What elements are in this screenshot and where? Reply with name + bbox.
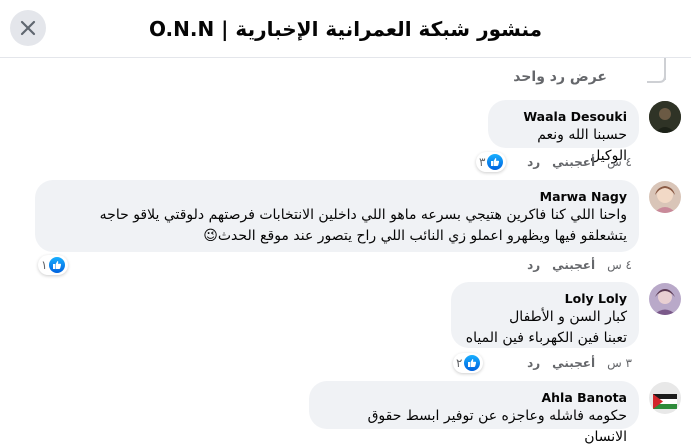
comment-text: كبار السن و الأطفال: [509, 309, 627, 325]
avatar[interactable]: [649, 283, 681, 315]
comment-text: يتشعلقو فيها ويظهرو اعملو زي النائب اللي…: [203, 228, 627, 244]
view-replies-link[interactable]: عرض رد واحد: [513, 69, 607, 85]
like-button[interactable]: أعجبني: [552, 155, 595, 169]
dialog-title: منشور شبكة العمرانية الإخبارية | O.N.N: [148, 16, 543, 41]
like-button[interactable]: أعجبني: [552, 258, 595, 272]
comment-timestamp[interactable]: ٣ س: [607, 356, 632, 370]
comment-actions: ٤ س أعجبني رد: [527, 155, 632, 169]
comment-timestamp[interactable]: ٤ س: [607, 258, 632, 272]
reaction-number: ٣: [479, 155, 486, 169]
reaction-count[interactable]: ٢: [453, 353, 484, 373]
close-button[interactable]: [10, 10, 46, 46]
reaction-number: ١: [41, 258, 48, 272]
comment-author[interactable]: Waala Desouki: [500, 108, 627, 125]
like-icon: [49, 257, 66, 273]
avatar[interactable]: [649, 101, 681, 133]
avatar[interactable]: [649, 181, 681, 213]
like-icon: [464, 355, 481, 371]
dialog-header: منشور شبكة العمرانية الإخبارية | O.N.N: [0, 0, 691, 58]
comment-bubble: Marwa Nagy واحنا اللي كنا فاكرين هتيجي ب…: [35, 180, 639, 252]
comment-bubble: Loly Loly كبار السن و الأطفال تعبنا فين …: [451, 282, 639, 348]
reaction-count[interactable]: ١: [38, 255, 69, 275]
like-button[interactable]: أعجبني: [552, 356, 595, 370]
like-icon: [487, 154, 504, 170]
comment-timestamp[interactable]: ٤ س: [607, 155, 632, 169]
reaction-count[interactable]: ٣: [476, 152, 507, 172]
reply-button[interactable]: رد: [527, 356, 540, 370]
reaction-number: ٢: [456, 356, 463, 370]
comment-actions: ٣ س أعجبني رد: [527, 356, 632, 370]
comment-text: تعبنا فين الكهرباء فين المياه: [465, 330, 627, 346]
reply-button[interactable]: رد: [527, 155, 540, 169]
comment-text: واحنا اللي كنا فاكرين هتيجي بسرعه ماهو ا…: [99, 207, 627, 223]
comment-bubble: Ahla Banota حكومه فاشله وعاجزه عن توفير …: [309, 381, 639, 445]
comment-author[interactable]: Marwa Nagy: [47, 188, 627, 205]
avatar[interactable]: [649, 382, 681, 414]
reply-thread-icon: [647, 70, 666, 83]
comment-author[interactable]: Ahla Banota: [321, 389, 627, 406]
comment-bubble: Waala Desouki حسبنا الله ونعم الوكيل: [488, 100, 639, 164]
comment-text: حكومه فاشله وعاجزه عن توفير ابسط حقوق ال…: [367, 408, 627, 445]
reply-button[interactable]: رد: [527, 258, 540, 272]
close-icon: [20, 20, 36, 36]
comment-actions: ٤ س أعجبني رد: [527, 258, 632, 272]
comment-author[interactable]: Loly Loly: [463, 290, 627, 307]
